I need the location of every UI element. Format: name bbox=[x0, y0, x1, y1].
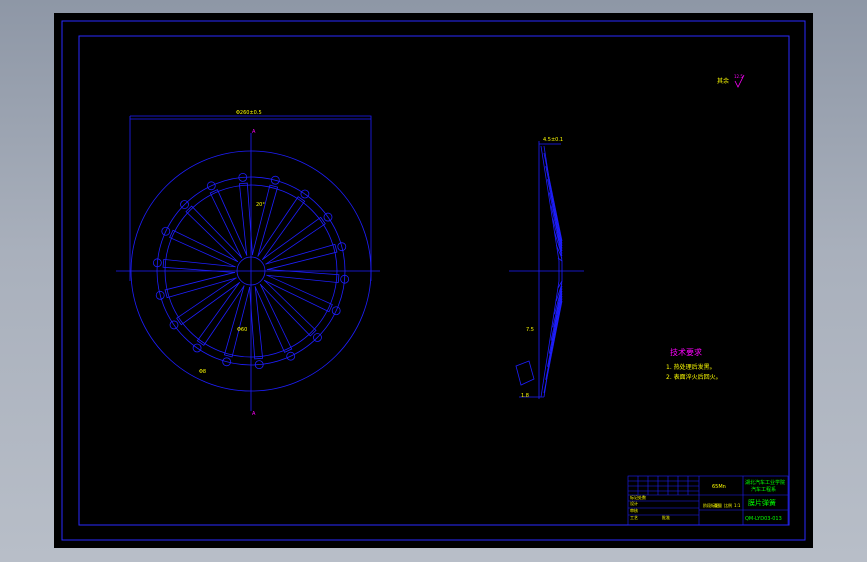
tech-req-item-2: 2. 表面淬火后回火。 bbox=[666, 373, 722, 381]
tb-row-1: 标记处数 bbox=[630, 494, 646, 500]
tb-row-3: 审核 bbox=[630, 507, 638, 513]
tech-req-title: 技术要求 bbox=[670, 347, 702, 357]
tb-school-line1: 湖北汽车工业学院 bbox=[745, 479, 785, 486]
front-section-marker-bottom: A bbox=[252, 411, 256, 417]
side-section-detail bbox=[515, 360, 535, 386]
tb-drawing-number: QM-LYD03-013 bbox=[745, 516, 782, 522]
roughness-label: 其余 bbox=[717, 77, 729, 85]
tb-material: 65Mn bbox=[712, 484, 726, 490]
front-inner-note: Φ60 bbox=[237, 327, 247, 333]
spring-finger-slot bbox=[238, 182, 253, 256]
roughness-value: 12.5 bbox=[734, 74, 743, 79]
spring-finger-slot bbox=[249, 286, 264, 360]
tb-part-name: 膜片弹簧 bbox=[748, 498, 776, 507]
side-finger-line bbox=[543, 152, 563, 242]
spring-finger-slot bbox=[185, 205, 243, 263]
tb-scale-label: 比例 bbox=[724, 502, 732, 508]
spring-finger-slot bbox=[266, 269, 340, 284]
front-view bbox=[116, 115, 380, 411]
side-finger-line bbox=[545, 166, 563, 244]
spring-finger-slot bbox=[162, 258, 236, 273]
front-hole-note: Φ8 bbox=[199, 369, 206, 375]
side-finger-line bbox=[545, 298, 563, 380]
tb-scale-value: 1:1 bbox=[734, 503, 741, 508]
side-bottom-note: 1.8 bbox=[521, 393, 529, 399]
tb-weight-label: 重量 bbox=[714, 502, 722, 508]
drawing-sheet: 其余 12.5 Φ260±0.5 A A 20° Φ8 Φ60 4.5±0.1 … bbox=[54, 13, 813, 548]
tb-row-5: 批准 bbox=[662, 514, 670, 520]
front-top-dimension: Φ260±0.5 bbox=[236, 110, 262, 116]
side-view bbox=[509, 141, 584, 399]
cad-drawing-canvas: 其余 12.5 Φ260±0.5 A A 20° Φ8 Φ60 4.5±0.1 … bbox=[61, 20, 806, 541]
side-top-dimension: 4.5±0.1 bbox=[543, 137, 563, 143]
tb-row-2: 设计 bbox=[630, 500, 638, 506]
side-finger-line bbox=[543, 300, 563, 394]
tb-school-line2: 汽车工程系 bbox=[751, 486, 776, 493]
tech-req-item-1: 1. 热处理后发黑。 bbox=[666, 363, 716, 371]
tb-row-4: 工艺 bbox=[630, 515, 638, 520]
outer-frame bbox=[61, 20, 806, 541]
side-note: 7.5 bbox=[526, 327, 534, 333]
spring-finger-slot bbox=[259, 279, 317, 337]
inner-frame bbox=[78, 35, 790, 526]
front-section-marker-top: A bbox=[252, 129, 256, 135]
front-angle-note: 20° bbox=[256, 202, 265, 208]
